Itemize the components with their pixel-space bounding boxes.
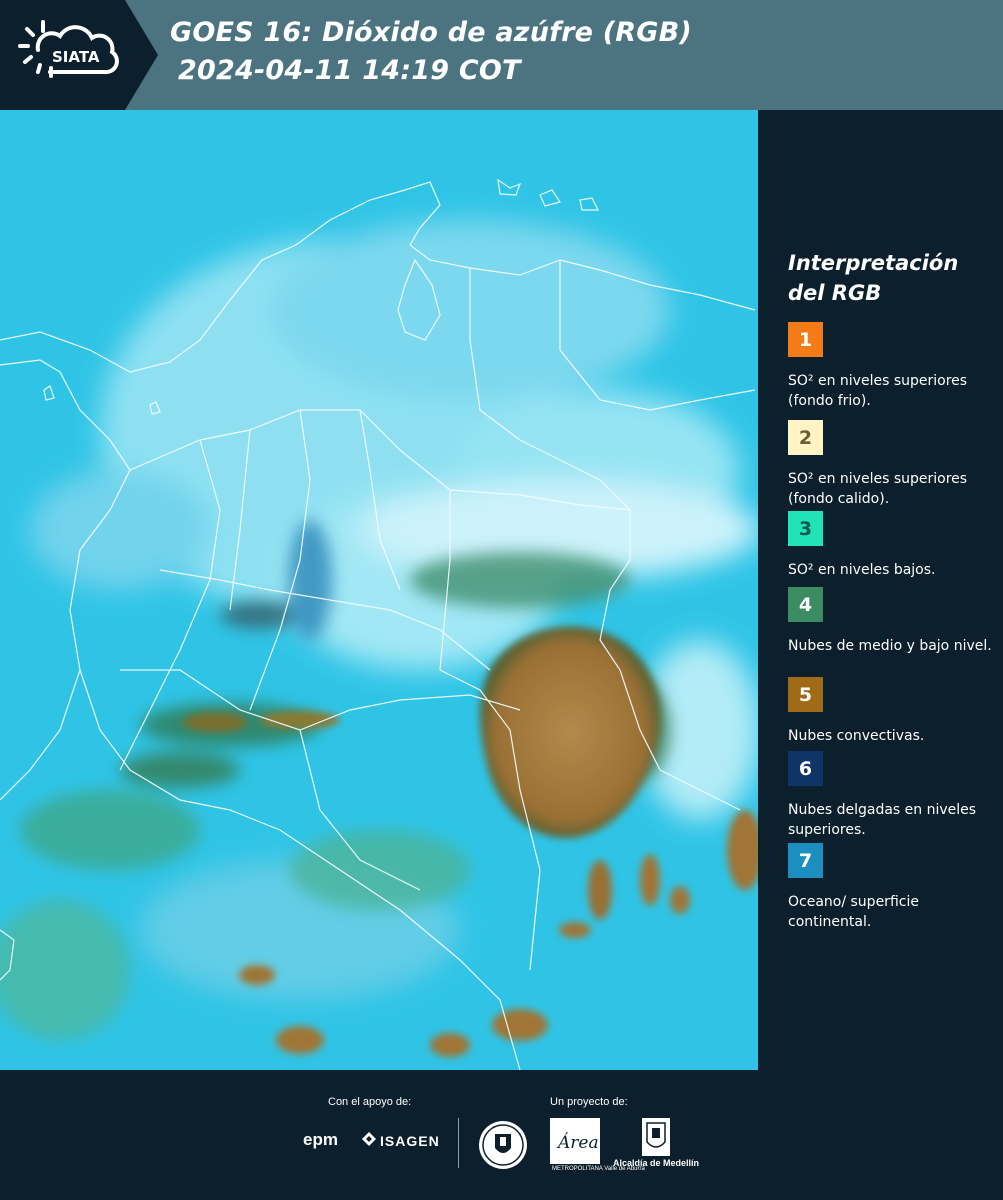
legend-item-4: 4 Nubes de medio y bajo nivel.	[788, 587, 993, 656]
legend-panel: Interpretación del RGB 1 SO² en niveles …	[758, 110, 1003, 1070]
title-line-datetime: 2024-04-11 14:19 COT	[178, 55, 521, 86]
alcaldia-shield-icon	[642, 1118, 670, 1160]
area-metropolitana-logo[interactable]: Área	[550, 1118, 600, 1168]
legend-label-2: SO² en niveles superiores (fondo calido)…	[788, 471, 968, 507]
epm-logo[interactable]: epm	[303, 1130, 338, 1150]
alcaldia-logo[interactable]: Alcaldía de Medellín	[613, 1158, 699, 1168]
legend-item-3: 3 SO² en niveles bajos.	[788, 511, 993, 580]
legend-item-1: 1 SO² en niveles superiores (fondo frio)…	[788, 322, 993, 411]
header-bar: SIATA GOES 16: Dióxido de azúfre (RGB) 2…	[0, 0, 1003, 110]
legend-swatch-4: 4	[788, 587, 823, 622]
isagen-logo[interactable]: ISAGEN	[362, 1132, 440, 1149]
legend-label-1: SO² en niveles superiores (fondo frio).	[788, 373, 968, 409]
footer: Con el apoyo de: Un proyecto de: epm ISA…	[0, 1070, 1003, 1200]
isagen-text: ISAGEN	[380, 1133, 440, 1149]
legend-item-5: 5 Nubes convectivas.	[788, 677, 993, 746]
area-logo-text: Área	[556, 1132, 599, 1153]
legend-swatch-2: 2	[788, 420, 823, 455]
title-line-product: GOES 16: Dióxido de azúfre (RGB)	[170, 17, 692, 48]
page-title: GOES 16: Dióxido de azúfre (RGB) 2024-04…	[170, 14, 692, 90]
legend-label-4: Nubes de medio y bajo nivel.	[788, 638, 992, 654]
legend-item-6: 6 Nubes delgadas en niveles superiores.	[788, 751, 993, 840]
legend-title: Interpretación del RGB	[788, 251, 959, 305]
legend-item-2: 2 SO² en niveles superiores (fondo calid…	[788, 420, 993, 515]
legend-swatch-7: 7	[788, 843, 823, 878]
legend-label-7: Oceano/ superficie continental.	[788, 894, 919, 930]
siata-logo-text: SIATA	[52, 48, 100, 66]
satellite-map[interactable]	[0, 110, 758, 1070]
legend-item-7: 7 Oceano/ superficie continental.	[788, 843, 993, 932]
legend-swatch-6: 6	[788, 751, 823, 786]
legend-label-6: Nubes delgadas en niveles superiores.	[788, 802, 977, 838]
isagen-icon	[362, 1132, 376, 1149]
siata-logo-icon: SIATA	[0, 0, 158, 110]
medellin-seal-icon[interactable]	[478, 1120, 528, 1174]
legend-swatch-3: 3	[788, 511, 823, 546]
footer-divider	[458, 1118, 459, 1168]
legend-label-3: SO² en niveles bajos.	[788, 562, 936, 578]
siata-logo[interactable]: SIATA	[0, 0, 160, 110]
project-label: Un proyecto de:	[550, 1096, 628, 1108]
legend-swatch-1: 1	[788, 322, 823, 357]
support-label: Con el apoyo de:	[328, 1096, 412, 1108]
satellite-image	[0, 110, 758, 1070]
legend-label-5: Nubes convectivas.	[788, 728, 925, 744]
legend-swatch-5: 5	[788, 677, 823, 712]
